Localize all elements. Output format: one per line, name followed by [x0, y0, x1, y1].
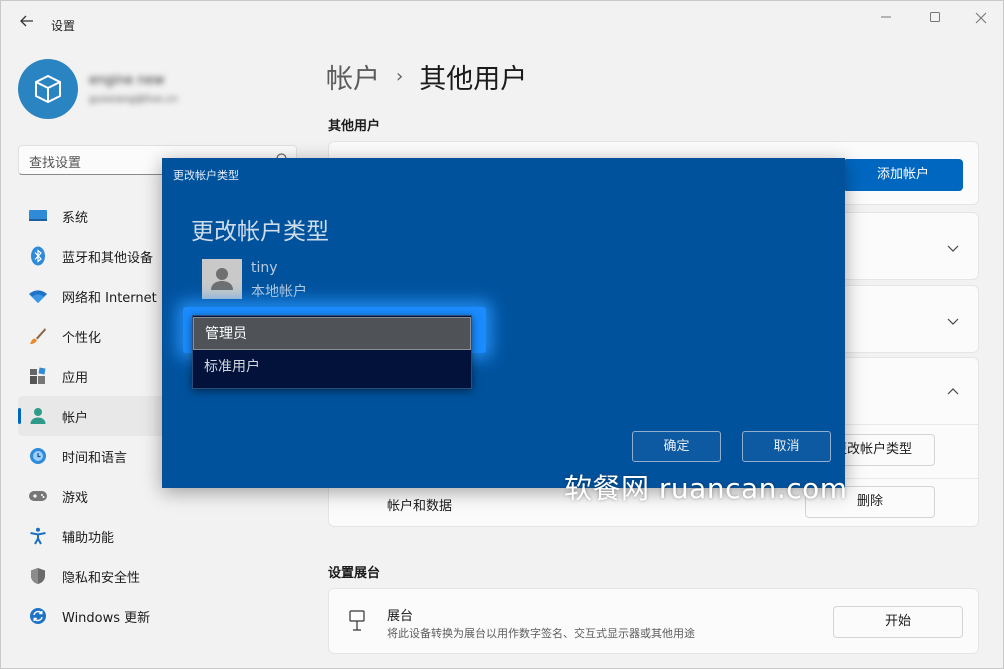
- cancel-button[interactable]: 取消: [742, 431, 831, 462]
- breadcrumb: 帐户 › 其他用户: [326, 57, 527, 96]
- close-button[interactable]: [958, 7, 1004, 31]
- settings-window: 设置 engine new guoxiang@live.cn 查找设置 系统 蓝…: [0, 0, 1004, 669]
- search-input[interactable]: 查找设置: [29, 152, 81, 171]
- profile-avatar[interactable]: [18, 59, 78, 119]
- chevron-down-icon[interactable]: [947, 315, 959, 327]
- sidebar-item-windows-update[interactable]: Windows 更新: [18, 596, 297, 636]
- globe-clock-icon: [28, 446, 48, 466]
- sidebar-item-label: 网络和 Internet: [62, 290, 157, 306]
- dialog-user-type: 本地帐户: [251, 284, 307, 300]
- breadcrumb-separator: ›: [396, 66, 404, 87]
- person-placeholder-icon: [211, 268, 233, 290]
- close-icon: [975, 12, 987, 24]
- kiosk-start-button[interactable]: 开始: [833, 606, 963, 638]
- sidebar-item-label: 蓝牙和其他设备: [62, 250, 154, 266]
- sidebar-item-label: 时间和语言: [62, 450, 128, 466]
- other-users-heading: 其他用户: [328, 119, 381, 134]
- profile-name: engine new: [89, 73, 165, 88]
- kiosk-card: 展台 将此设备转换为展台以用作数字签名、交互式显示器或其他用途 开始: [328, 588, 979, 654]
- dropdown-option-administrator[interactable]: 管理员: [193, 317, 471, 350]
- dialog-user-name: tiny: [251, 260, 278, 276]
- shield-icon: [28, 566, 48, 586]
- profile-email: guoxiang@live.cn: [89, 94, 178, 105]
- gamepad-icon: [28, 486, 48, 506]
- kiosk-description: 将此设备转换为展台以用作数字签名、交互式显示器或其他用途: [387, 627, 695, 640]
- sidebar-item-label: 辅助功能: [62, 530, 115, 546]
- apps-icon: [28, 366, 48, 386]
- title-bar: 设置: [1, 1, 1003, 47]
- sidebar-item-label: 个性化: [62, 330, 102, 346]
- page-title: 其他用户: [419, 64, 528, 95]
- dropdown-option-standard-user[interactable]: 标准用户: [193, 351, 471, 384]
- maximize-icon: [930, 12, 940, 22]
- change-account-type-dialog: 更改帐户类型 更改帐户类型 tiny 本地帐户 管理员 标准用户 确定 取消: [162, 158, 845, 488]
- kiosk-icon: [349, 610, 365, 631]
- sidebar-item-label: 游戏: [62, 490, 89, 506]
- breadcrumb-parent[interactable]: 帐户: [326, 57, 380, 96]
- sidebar-item-label: 帐户: [62, 410, 89, 426]
- watermark: 软餐网 ruancan.com: [564, 472, 848, 505]
- minimize-button[interactable]: [863, 7, 909, 31]
- monitor-icon: [28, 206, 48, 226]
- dialog-heading: 更改帐户类型: [191, 219, 329, 245]
- minimize-icon: [881, 16, 891, 18]
- chevron-down-icon[interactable]: [947, 242, 959, 254]
- maximize-button[interactable]: [912, 7, 958, 31]
- sidebar-item-label: 应用: [62, 370, 89, 386]
- accessibility-icon: [28, 526, 48, 546]
- bluetooth-icon: [28, 246, 48, 266]
- back-button[interactable]: [15, 12, 39, 36]
- window-title: 设置: [51, 19, 76, 33]
- account-type-dropdown[interactable]: 管理员 标准用户: [192, 315, 472, 389]
- wifi-icon: [28, 286, 48, 306]
- arrow-left-icon: [20, 15, 33, 27]
- kiosk-title: 展台: [387, 609, 414, 624]
- sidebar-item-accessibility[interactable]: 辅助功能: [18, 516, 297, 556]
- account-data-label: 帐户和数据: [387, 499, 453, 514]
- dialog-caption: 更改帐户类型: [173, 169, 239, 182]
- brush-icon: [28, 326, 48, 346]
- sidebar-item-label: 隐私和安全性: [62, 570, 141, 586]
- kiosk-heading: 设置展台: [328, 566, 381, 581]
- sidebar-item-label: 系统: [62, 210, 89, 226]
- ok-button[interactable]: 确定: [632, 431, 721, 462]
- sidebar-item-label: Windows 更新: [62, 610, 151, 626]
- chevron-up-icon[interactable]: [947, 386, 959, 398]
- user-avatar: [202, 259, 242, 299]
- cube-avatar-icon: [35, 74, 61, 104]
- person-icon: [28, 406, 48, 426]
- update-icon: [28, 606, 48, 626]
- add-account-button[interactable]: 添加帐户: [843, 159, 963, 191]
- sidebar-item-privacy[interactable]: 隐私和安全性: [18, 556, 297, 596]
